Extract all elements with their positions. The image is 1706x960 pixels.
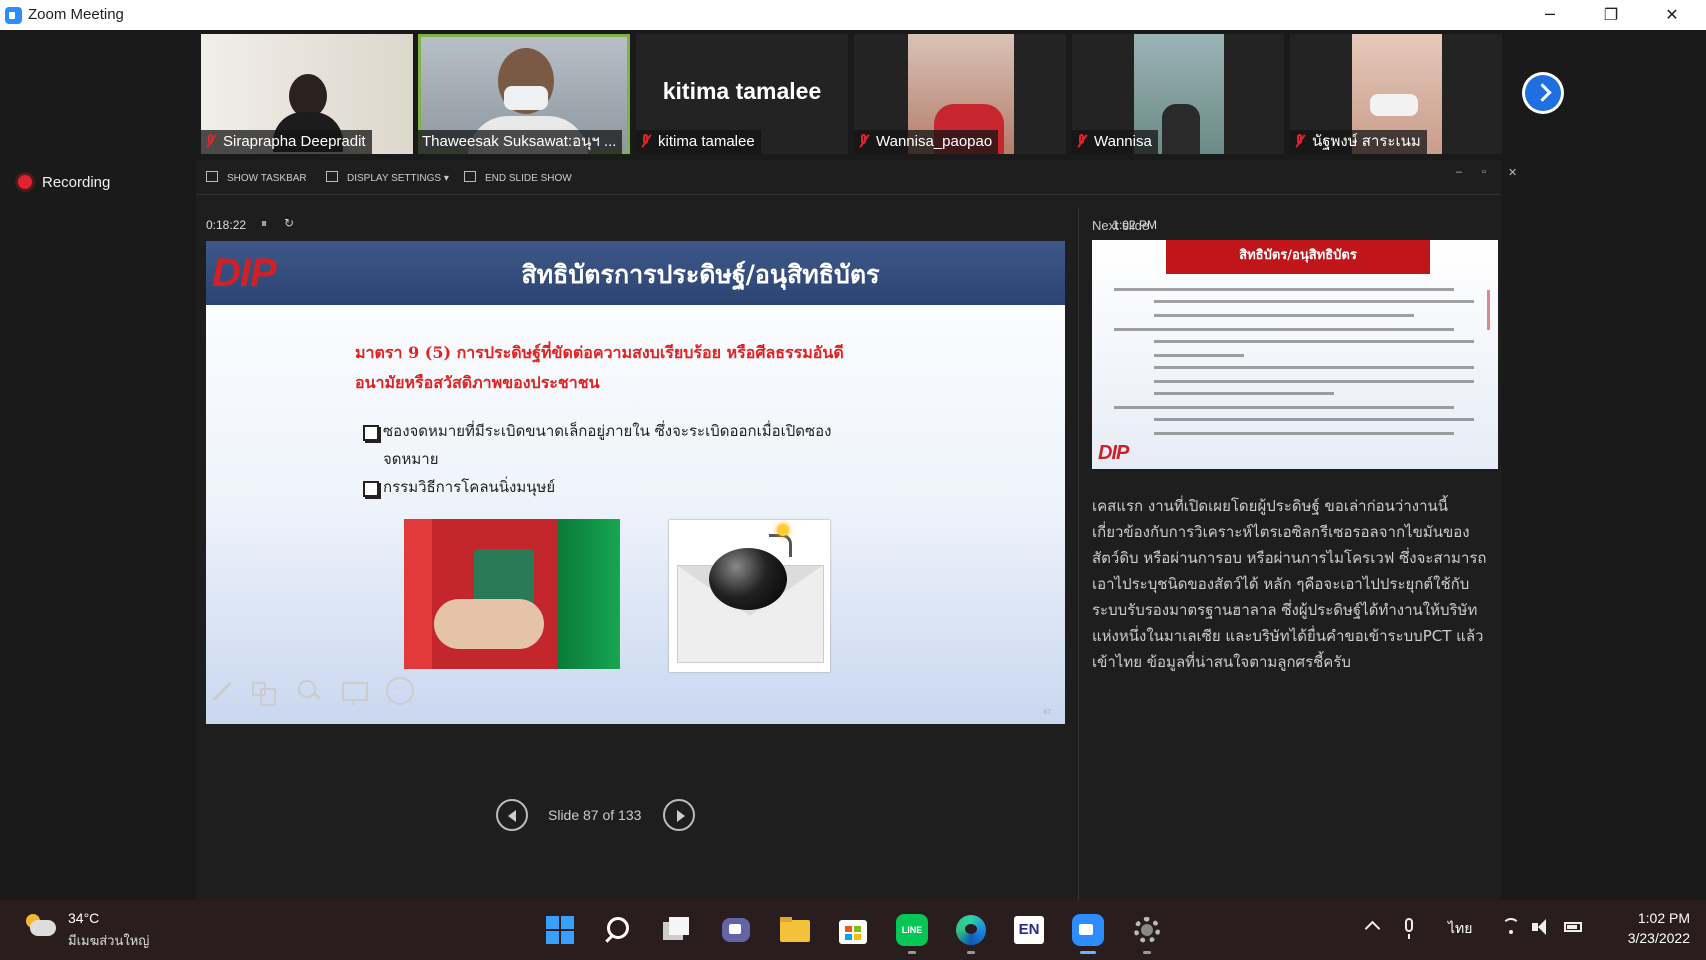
volume-icon[interactable] bbox=[1532, 918, 1550, 936]
next-participants-arrow-button[interactable] bbox=[1522, 72, 1564, 114]
window-title: Zoom Meeting bbox=[28, 6, 124, 23]
edge-browser-icon[interactable] bbox=[953, 912, 989, 954]
next-slide-preview[interactable]: สิทธิบัตร/อนุสิทธิบัตร DIP bbox=[1092, 240, 1498, 469]
next-slide-button[interactable] bbox=[663, 799, 695, 831]
participant-tile[interactable]: Siraprapha Deepradit bbox=[201, 34, 413, 154]
muted-mic-icon bbox=[1076, 134, 1088, 148]
dip-logo: DIP bbox=[212, 251, 277, 295]
participant-video bbox=[1162, 104, 1200, 154]
participant-name: นัฐพงษ์ สาระเนม bbox=[1290, 130, 1427, 154]
task-view-icon[interactable] bbox=[659, 912, 695, 948]
presenter-toolbar: SHOW TASKBAR DISPLAY SETTINGS ▾ END SLID… bbox=[196, 160, 1517, 195]
next-slide-label: Next slide bbox=[1092, 218, 1150, 233]
cloud-icon bbox=[30, 920, 56, 936]
recording-label: Recording bbox=[42, 174, 111, 191]
monitor-icon bbox=[326, 171, 338, 182]
recording-dot-icon bbox=[18, 175, 32, 189]
participant-strip: Siraprapha Deepradit Thaweesak Suksawat:… bbox=[0, 30, 1706, 158]
next-slide-dip-logo: DIP bbox=[1098, 442, 1129, 464]
letter-bomb-image bbox=[669, 520, 830, 672]
windows-taskbar: 34°C มีเมฆส่วนใหญ่ ไทย 1:02 PM 3/23/2022 bbox=[0, 900, 1706, 960]
slide-counter: Slide 87 of 133 bbox=[548, 807, 642, 823]
previous-slide-button[interactable] bbox=[496, 799, 528, 831]
weather-condition: มีเมฆส่วนใหญ่ bbox=[68, 934, 150, 949]
system-clock[interactable]: 1:02 PM 3/23/2022 bbox=[1600, 908, 1690, 948]
slide-title: สิทธิบัตรการประดิษฐ์/อนุสิทธิบัตร bbox=[521, 260, 880, 289]
slide-page-number: 87 bbox=[1043, 709, 1051, 716]
slide-header: DIP สิทธิบัตรการประดิษฐ์/อนุสิทธิบัตร bbox=[206, 241, 1065, 305]
participant-name: Thaweesak Suksawat:อนุฯ ... bbox=[418, 130, 623, 154]
next-slide-title: สิทธิบัตร/อนุสิทธิบัตร bbox=[1166, 240, 1430, 274]
slide-bullet: กรรมวิธีการโคลนนิ่งมนุษย์ bbox=[363, 473, 883, 501]
microphone-icon[interactable] bbox=[1400, 918, 1418, 940]
system-date: 3/23/2022 bbox=[1627, 930, 1690, 946]
slide-bullet-list: ซองจดหมายที่มีระเบิดขนาดเล็กอยู่ภายใน ซึ… bbox=[363, 417, 883, 501]
muted-mic-icon bbox=[1294, 134, 1306, 148]
settings-gear-icon[interactable] bbox=[1129, 912, 1165, 954]
pane-divider[interactable] bbox=[1078, 208, 1079, 900]
taskbar-icon bbox=[206, 171, 218, 182]
weather-temperature: 34°C bbox=[68, 910, 100, 926]
battery-icon[interactable] bbox=[1564, 918, 1584, 936]
maximize-button[interactable]: ❐ bbox=[1582, 0, 1640, 30]
end-show-icon bbox=[464, 171, 476, 182]
presenter-restore-button[interactable]: ▫ bbox=[1482, 166, 1486, 178]
system-time: 1:02 PM bbox=[1637, 910, 1690, 926]
more-options-icon[interactable] bbox=[384, 676, 414, 706]
zoom-icon[interactable] bbox=[293, 676, 323, 706]
search-icon[interactable] bbox=[601, 912, 637, 948]
participant-name: kitima tamalee bbox=[636, 130, 761, 154]
file-explorer-icon[interactable] bbox=[777, 912, 813, 948]
language-app-icon[interactable] bbox=[1011, 912, 1047, 948]
black-screen-icon[interactable] bbox=[339, 676, 369, 706]
presenter-close-button[interactable]: ✕ bbox=[1508, 166, 1517, 179]
participant-display-name: kitima tamalee bbox=[662, 78, 822, 104]
elapsed-timer: 0:18:22 bbox=[206, 218, 247, 232]
display-settings-button[interactable]: DISPLAY SETTINGS ▾ bbox=[326, 171, 449, 184]
zoom-app-icon bbox=[5, 7, 22, 24]
participant-tile[interactable]: Wannisa bbox=[1072, 34, 1284, 154]
wifi-icon[interactable] bbox=[1502, 918, 1520, 936]
muted-mic-icon bbox=[858, 134, 870, 148]
presenter-view: SHOW TASKBAR DISPLAY SETTINGS ▾ END SLID… bbox=[196, 160, 1517, 900]
muted-mic-icon bbox=[640, 134, 652, 148]
participant-name: Siraprapha Deepradit bbox=[201, 130, 372, 154]
see-all-slides-icon[interactable] bbox=[248, 676, 278, 706]
slide-bullet: ซองจดหมายที่มีระเบิดขนาดเล็กอยู่ภายใน ซึ… bbox=[363, 417, 883, 473]
pen-icon[interactable] bbox=[206, 676, 236, 706]
participant-tile[interactable]: kitima tamalee kitima tamalee bbox=[636, 34, 848, 154]
participant-name: Wannisa bbox=[1072, 130, 1158, 154]
end-slide-show-button[interactable]: END SLIDE SHOW bbox=[464, 171, 572, 184]
muted-mic-icon bbox=[205, 134, 217, 148]
participant-tile-active-speaker[interactable]: Thaweesak Suksawat:อนุฯ ... bbox=[418, 34, 630, 154]
input-language[interactable]: ไทย bbox=[1448, 918, 1472, 940]
zoom-taskbar-icon[interactable] bbox=[1070, 912, 1106, 954]
participant-tile[interactable]: นัฐพงษ์ สาระเนม bbox=[1290, 34, 1502, 154]
show-taskbar-button[interactable]: SHOW TASKBAR bbox=[206, 171, 307, 184]
participant-video bbox=[504, 86, 548, 110]
start-button[interactable] bbox=[542, 912, 578, 948]
participant-name: Wannisa_paopao bbox=[854, 130, 999, 154]
pause-timer-button[interactable]: ⏸ bbox=[261, 216, 267, 231]
microsoft-store-icon[interactable] bbox=[835, 912, 871, 948]
current-slide[interactable]: DIP สิทธิบัตรการประดิษฐ์/อนุสิทธิบัตร มา… bbox=[206, 241, 1065, 724]
slide-subtitle: มาตรา 9 (5) การประดิษฐ์ที่ขัดต่อความสงบเ… bbox=[355, 343, 844, 392]
line-app-icon[interactable] bbox=[894, 912, 930, 954]
close-button[interactable]: ✕ bbox=[1643, 0, 1701, 30]
slide-navigation: Slide 87 of 133 bbox=[496, 796, 796, 836]
teams-chat-icon[interactable] bbox=[718, 912, 754, 948]
recording-indicator[interactable]: Recording bbox=[18, 174, 110, 191]
windows-logo-icon bbox=[546, 916, 574, 944]
participant-video bbox=[1370, 94, 1418, 116]
slide-tools bbox=[206, 676, 506, 712]
title-bar: Zoom Meeting ─ ❐ ✕ bbox=[0, 0, 1706, 30]
reset-timer-button[interactable]: ↻ bbox=[284, 216, 294, 230]
participant-tile[interactable]: Wannisa_paopao bbox=[854, 34, 1066, 154]
atm-card-slot-image bbox=[404, 519, 620, 669]
presenter-minimize-button[interactable]: – bbox=[1456, 166, 1462, 178]
speaker-notes[interactable]: เคสแรก งานที่เปิดเผยโดยผู้ประดิษฐ์ ขอเล่… bbox=[1092, 493, 1492, 675]
chevron-up-icon[interactable] bbox=[1364, 918, 1380, 934]
minimize-button[interactable]: ─ bbox=[1521, 0, 1579, 30]
